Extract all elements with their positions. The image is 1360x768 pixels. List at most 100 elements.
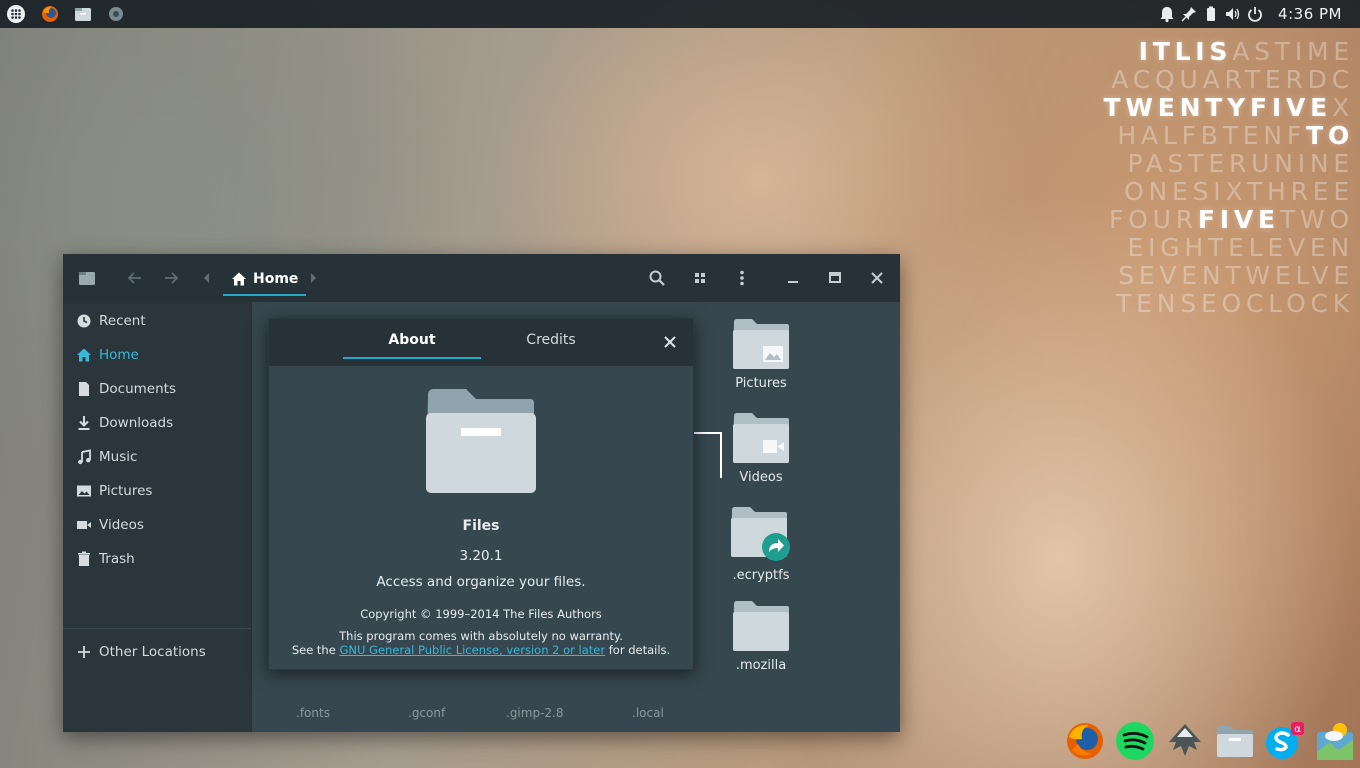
folder-videos[interactable]: Videos <box>706 412 816 485</box>
power-icon[interactable] <box>1246 5 1264 23</box>
minimize-icon[interactable] <box>783 268 803 288</box>
warranty-text: This program comes with absolutely no wa… <box>339 629 623 643</box>
sidebar-toggle-icon[interactable] <box>77 268 97 288</box>
clock[interactable]: 4:36 PM <box>1278 5 1342 23</box>
music-icon <box>78 449 91 465</box>
top-panel: 4:36 PM <box>0 0 1360 28</box>
word-clock-line: TENSEOCLOCK <box>1082 290 1354 318</box>
word-clock-dim-text: TWO <box>1279 205 1354 234</box>
file-label-partial[interactable]: .gconf <box>408 706 445 720</box>
spotify-icon[interactable] <box>1114 720 1156 762</box>
sidebar-item-label: Pictures <box>99 483 153 499</box>
close-icon[interactable] <box>661 333 679 351</box>
app-logo-folder-icon <box>426 389 536 493</box>
weather-icon[interactable] <box>1314 720 1356 762</box>
maximize-icon[interactable] <box>825 268 845 288</box>
app-version: 3.20.1 <box>459 548 503 564</box>
word-clock-dim-text: HALFBTENF <box>1117 121 1307 150</box>
word-clock-lit-text: FIVE <box>1197 205 1280 234</box>
close-icon[interactable] <box>867 268 887 288</box>
sidebar: Recent Home Documents Downloads Music Pi… <box>63 302 252 732</box>
firefox-icon[interactable] <box>40 4 60 24</box>
view-grid-icon[interactable] <box>690 268 710 288</box>
files-icon[interactable] <box>1214 720 1256 762</box>
folder-ecryptfs[interactable]: .ecryptfs <box>706 506 816 583</box>
pin-icon[interactable] <box>1180 5 1198 23</box>
about-dialog-header: About Credits <box>269 319 693 366</box>
license-text: See the GNU General Public License, vers… <box>269 643 693 657</box>
back-arrow-icon[interactable] <box>125 268 145 288</box>
path-right-chevron-icon[interactable] <box>307 268 321 288</box>
sidebar-divider <box>63 628 251 629</box>
folder-label: .mozilla <box>735 658 787 673</box>
settings-icon[interactable] <box>106 4 126 24</box>
sidebar-item-other-locations[interactable]: Other Locations <box>63 637 251 667</box>
word-clock-dim-text: PASTERUNINE <box>1127 149 1354 178</box>
picture-icon <box>77 485 91 497</box>
sidebar-item-label: Recent <box>99 313 146 329</box>
word-clock-lit-text: ITLIS <box>1138 37 1233 66</box>
breadcrumb-home[interactable]: Home <box>223 264 307 296</box>
word-clock-line: EIGHTELEVEN <box>1082 234 1354 262</box>
word-clock-line: ONESIXTHREE <box>1082 178 1354 206</box>
folder-mozilla[interactable]: .mozilla <box>706 600 816 673</box>
notification-bell-icon[interactable] <box>1158 5 1176 23</box>
app-name: Files <box>462 518 500 534</box>
word-clock-dim-text: FOUR <box>1108 205 1198 234</box>
forward-arrow-icon[interactable] <box>161 268 181 288</box>
headerbar: Home <box>63 254 900 302</box>
svg-text:α: α <box>1294 724 1301 735</box>
search-icon[interactable] <box>647 268 667 288</box>
document-icon <box>79 382 89 396</box>
word-clock-line: ITLISASTIME <box>1082 38 1354 66</box>
sidebar-item-videos[interactable]: Videos <box>63 510 251 540</box>
files-icon[interactable] <box>73 4 93 24</box>
word-clock-line: SEVENTWELVE <box>1082 262 1354 290</box>
active-tab-indicator <box>343 357 481 359</box>
sidebar-item-documents[interactable]: Documents <box>63 374 251 404</box>
word-clock-dim-text: EIGHTELEVEN <box>1127 233 1354 262</box>
inkscape-icon[interactable] <box>1164 720 1206 762</box>
word-clock-line: HALFBTENFTO <box>1082 122 1354 150</box>
sidebar-item-recent[interactable]: Recent <box>63 306 251 336</box>
sidebar-item-home[interactable]: Home <box>63 340 251 370</box>
picture-folder-icon <box>733 319 789 369</box>
firefox-icon[interactable] <box>1064 720 1106 762</box>
system-tray <box>1158 5 1264 23</box>
sidebar-item-music[interactable]: Music <box>63 442 251 472</box>
sidebar-item-label: Downloads <box>99 415 174 431</box>
file-label-partial[interactable]: .gimp-2.8 <box>506 706 564 720</box>
license-link[interactable]: GNU General Public License, version 2 or… <box>339 643 605 657</box>
file-label-partial[interactable]: .local <box>632 706 664 720</box>
word-clock-dim-text: ASTIME <box>1232 37 1354 66</box>
plus-icon <box>78 646 90 658</box>
clock-icon <box>77 314 91 328</box>
license-suffix: for details. <box>608 643 671 657</box>
apps-grid-icon[interactable] <box>6 4 26 24</box>
tab-about[interactable]: About <box>343 332 481 348</box>
path-left-chevron-icon[interactable] <box>199 268 213 288</box>
file-label-partial[interactable]: .fonts <box>296 706 330 720</box>
word-clock-line: FOURFIVETWO <box>1082 206 1354 234</box>
skype-icon[interactable]: α <box>1264 720 1306 762</box>
trash-icon <box>78 551 90 566</box>
about-dialog: About Credits Files 3.20.1 Access and or… <box>268 318 694 670</box>
tab-credits[interactable]: Credits <box>482 332 620 348</box>
sidebar-item-pictures[interactable]: Pictures <box>63 476 251 506</box>
video-icon <box>77 521 91 529</box>
folder-icon <box>733 601 789 651</box>
volume-icon[interactable] <box>1224 5 1242 23</box>
battery-icon[interactable] <box>1202 5 1220 23</box>
license-prefix: See the <box>291 643 336 657</box>
sidebar-item-label: Documents <box>99 381 176 397</box>
word-clock-dim-text: X <box>1332 93 1354 122</box>
menu-kebab-icon[interactable] <box>732 268 752 288</box>
folder-label: Pictures <box>735 376 787 391</box>
word-clock-dim-text: TENSEOCLOCK <box>1116 289 1354 318</box>
folder-pictures[interactable]: Pictures <box>706 318 816 391</box>
home-icon <box>232 272 246 286</box>
word-clock-line: TWENTYFIVEX <box>1082 94 1354 122</box>
sidebar-item-downloads[interactable]: Downloads <box>63 408 251 438</box>
sidebar-item-trash[interactable]: Trash <box>63 544 251 574</box>
sidebar-item-label: Trash <box>99 551 135 567</box>
